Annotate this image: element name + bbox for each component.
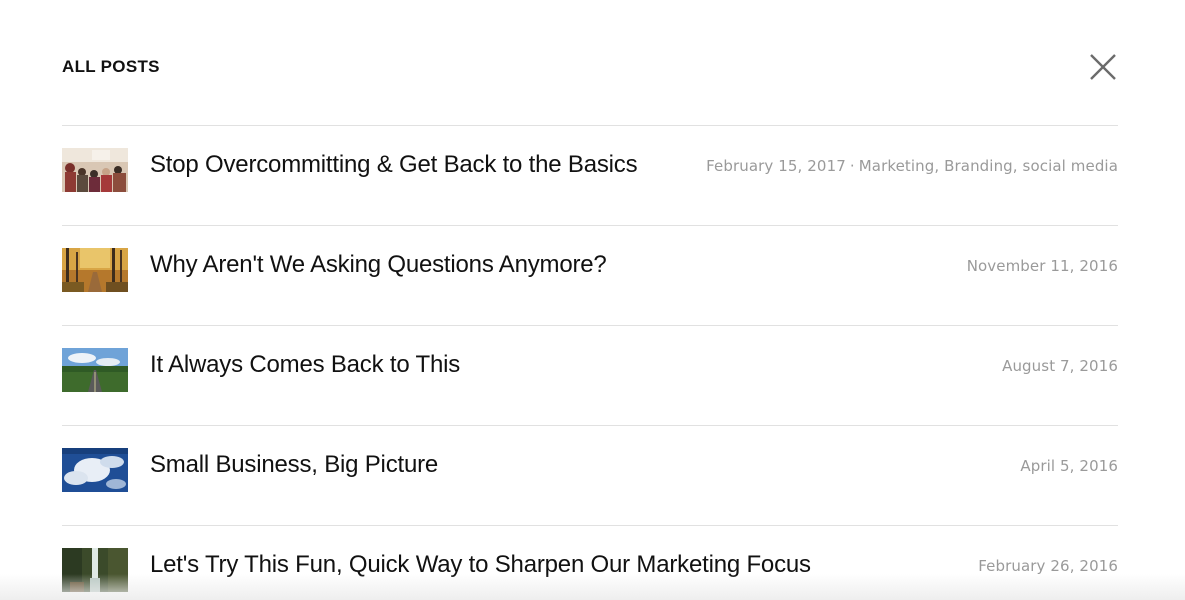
post-title[interactable]: Let's Try This Fun, Quick Way to Sharpen… (150, 550, 811, 580)
post-meta: February 26, 2016 (978, 556, 1118, 576)
panel-title: ALL POSTS (62, 57, 160, 76)
close-icon (1090, 54, 1116, 80)
post-thumbnail[interactable] (62, 248, 128, 292)
post-item[interactable]: Small Business, Big Picture April 5, 201… (62, 425, 1118, 525)
post-title[interactable]: Why Aren't We Asking Questions Anymore? (150, 250, 607, 280)
all-posts-panel: ALL POSTS Stop Overcommitting & Get Back… (0, 0, 1185, 600)
post-item[interactable]: It Always Comes Back to This August 7, 2… (62, 325, 1118, 425)
meta-separator: · (849, 157, 855, 175)
post-categories[interactable]: Marketing, Branding, social media (859, 157, 1118, 175)
post-title[interactable]: Stop Overcommitting & Get Back to the Ba… (150, 150, 638, 180)
post-item[interactable]: Why Aren't We Asking Questions Anymore? … (62, 225, 1118, 325)
post-thumbnail[interactable] (62, 348, 128, 392)
post-item[interactable]: Let's Try This Fun, Quick Way to Sharpen… (62, 525, 1118, 600)
post-date: February 15, 2017 (706, 157, 846, 175)
post-date: February 26, 2016 (978, 557, 1118, 575)
post-thumbnail[interactable] (62, 448, 128, 492)
close-button[interactable] (1088, 52, 1118, 82)
post-list: Stop Overcommitting & Get Back to the Ba… (62, 125, 1118, 600)
post-thumbnail[interactable] (62, 148, 128, 192)
post-meta: February 15, 2017 · Marketing, Branding, s… (706, 156, 1118, 176)
post-date: November 11, 2016 (966, 257, 1118, 275)
post-title[interactable]: Small Business, Big Picture (150, 450, 438, 480)
post-date: April 5, 2016 (1020, 457, 1118, 475)
post-meta: August 7, 2016 (1002, 356, 1118, 376)
post-item[interactable]: Stop Overcommitting & Get Back to the Ba… (62, 125, 1118, 225)
post-thumbnail[interactable] (62, 548, 128, 592)
post-meta: November 11, 2016 (967, 256, 1118, 276)
post-date: August 7, 2016 (1002, 357, 1118, 375)
post-meta: April 5, 2016 (1020, 456, 1118, 476)
post-title[interactable]: It Always Comes Back to This (150, 350, 460, 380)
